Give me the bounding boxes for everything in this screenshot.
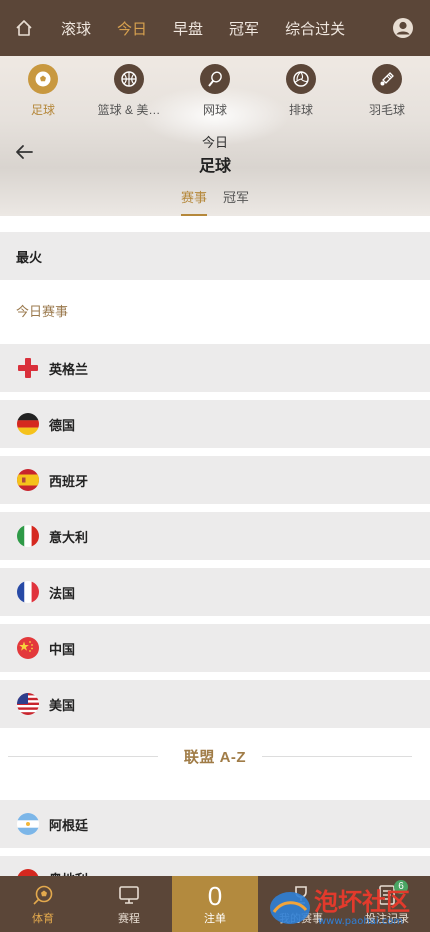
country-name: 美国	[49, 697, 76, 713]
tennis-icon	[200, 64, 230, 94]
divider	[0, 616, 430, 624]
page-title: 足球	[198, 158, 231, 175]
hot-label: 最火	[16, 249, 43, 265]
tab-inplay[interactable]: 滚球	[48, 0, 104, 56]
list-item-china[interactable]: 中国	[0, 624, 430, 672]
divider	[0, 504, 430, 512]
watermark-url: www.paohai.com	[318, 916, 403, 927]
volleyball-icon	[286, 64, 316, 94]
tab-champion[interactable]: 冠军	[216, 0, 272, 56]
italy-flag-icon	[17, 525, 39, 547]
spain-flag-icon	[17, 469, 39, 491]
spacer	[0, 216, 430, 232]
country-name: 意大利	[49, 529, 89, 545]
country-name: 法国	[49, 585, 76, 601]
country-name: 德国	[49, 417, 76, 433]
england-flag-icon	[17, 357, 39, 379]
watermark-text: 泡坏社区	[314, 888, 410, 916]
usa-flag-icon	[17, 693, 39, 715]
sport-header: 足球 篮球 & 美… 网球 排球 羽毛球 今日 足球 赛事 冠军	[0, 56, 430, 216]
tab-early[interactable]: 早盘	[160, 0, 216, 56]
argentina-flag-icon	[17, 813, 39, 835]
country-name: 西班牙	[49, 473, 89, 489]
list-item-usa[interactable]: 美国	[0, 680, 430, 728]
top-nav: 滚球 今日 早盘 冠军 综合过关	[0, 0, 430, 56]
today-events-label: 今日赛事	[16, 304, 69, 319]
sport-label: 篮球 & 美…	[97, 103, 161, 117]
sport-label: 网球	[202, 103, 227, 117]
home-button[interactable]	[0, 0, 48, 56]
sport-selector: 足球 篮球 & 美… 网球 排球 羽毛球	[0, 64, 430, 118]
divider	[0, 560, 430, 568]
bet-slip-button[interactable]: 0 注单	[172, 876, 258, 932]
divider-line	[262, 756, 412, 757]
sport-badminton[interactable]: 羽毛球	[344, 64, 430, 118]
sport-tennis[interactable]: 网球	[172, 64, 258, 118]
tab-champion-list[interactable]: 冠军	[223, 187, 249, 216]
soccer-ball-icon	[33, 885, 53, 905]
league-az-header: 联盟 A-Z	[0, 744, 430, 768]
list-item-argentina[interactable]: 阿根廷	[0, 800, 430, 848]
country-name: 阿根廷	[49, 817, 89, 833]
bottom-schedule-button[interactable]: 赛程	[86, 876, 172, 932]
list-item-italy[interactable]: 意大利	[0, 512, 430, 560]
divider	[0, 392, 430, 400]
tab-today[interactable]: 今日	[104, 0, 160, 56]
china-flag-icon	[17, 637, 39, 659]
country-name: 中国	[49, 641, 76, 657]
sport-volleyball[interactable]: 排球	[258, 64, 344, 118]
league-az-label: 联盟 A-Z	[183, 748, 247, 766]
country-name: 英格兰	[49, 361, 89, 377]
bottom-schedule-label: 赛程	[118, 912, 140, 925]
monitor-icon	[119, 885, 139, 904]
sport-basketball[interactable]: 篮球 & 美…	[86, 64, 172, 118]
hot-section-header[interactable]: 最火	[0, 232, 430, 280]
sport-label: 羽毛球	[368, 103, 405, 117]
basketball-icon	[114, 64, 144, 94]
bottom-sports-label: 体育	[32, 912, 54, 925]
sport-label: 排球	[288, 103, 313, 117]
list-item-france[interactable]: 法国	[0, 568, 430, 616]
bet-count: 0	[207, 881, 223, 911]
germany-flag-icon	[17, 413, 39, 435]
page-title-block: 今日 足球	[0, 132, 430, 176]
tab-parlay[interactable]: 综合过关	[272, 0, 358, 56]
divider	[0, 848, 430, 856]
sport-soccer[interactable]: 足球	[0, 64, 86, 118]
list-item-spain[interactable]: 西班牙	[0, 456, 430, 504]
page-subtitle: 今日	[201, 135, 228, 150]
soccer-ball-icon	[28, 64, 58, 94]
tab-events[interactable]: 赛事	[180, 187, 207, 216]
bet-slip-label: 注单	[204, 913, 226, 925]
segment-tabs: 赛事 冠军	[0, 187, 430, 216]
home-icon	[16, 20, 32, 36]
bottom-sports-button[interactable]: 体育	[0, 876, 86, 932]
france-flag-icon	[17, 581, 39, 603]
divider-line	[8, 756, 158, 757]
divider	[0, 448, 430, 456]
badminton-icon	[372, 64, 402, 94]
user-avatar-icon[interactable]	[392, 17, 414, 39]
list-item-germany[interactable]: 德国	[0, 400, 430, 448]
divider	[0, 672, 430, 680]
watermark-logo: 泡坏社区 www.paohai.com	[270, 888, 410, 927]
list-item-england[interactable]: 英格兰	[0, 344, 430, 392]
sport-label: 足球	[30, 103, 55, 117]
